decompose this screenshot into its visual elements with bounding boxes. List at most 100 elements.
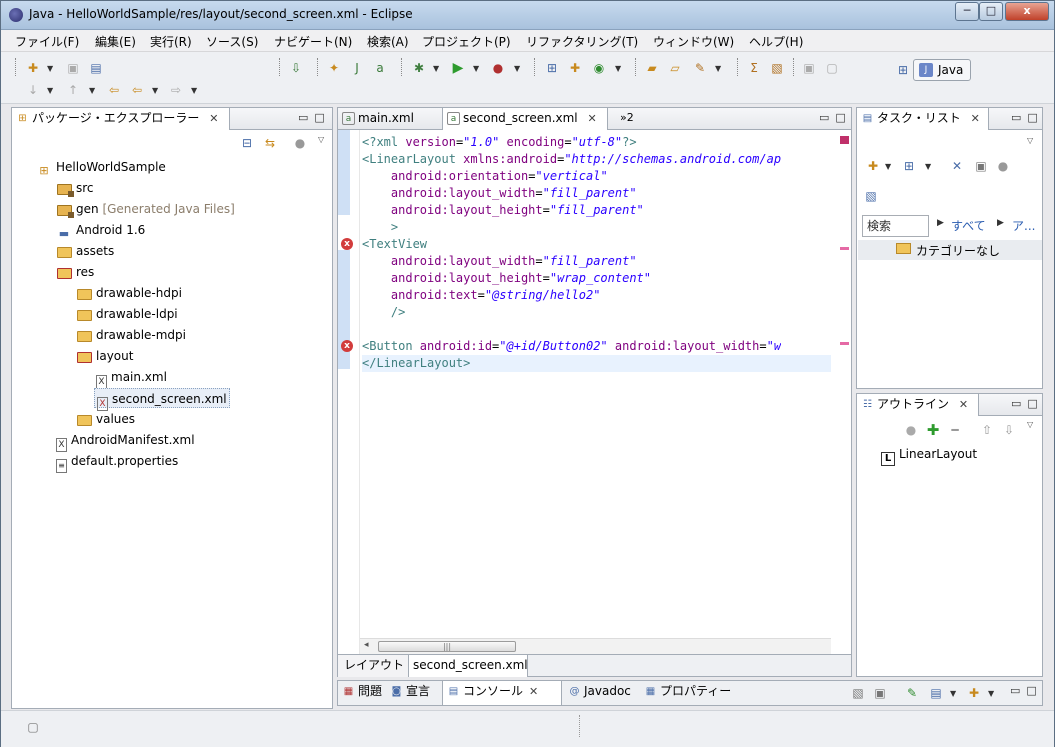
open-type-icon[interactable]: ▰ bbox=[644, 60, 660, 76]
code-area[interactable]: <?xml version="1.0" encoding="utf-8"?> <… bbox=[360, 130, 831, 654]
tree-item-assets[interactable]: assets bbox=[56, 241, 114, 261]
search-icon[interactable]: ✎ bbox=[692, 60, 708, 76]
new-task-icon[interactable]: ✚ bbox=[865, 158, 881, 174]
external-tools-dropdown-icon[interactable]: ▼ bbox=[514, 64, 520, 73]
tree-item-main-xml[interactable]: Xmain.xml bbox=[96, 367, 167, 389]
tab-xml-source[interactable]: second_screen.xml bbox=[408, 655, 528, 677]
new-icon[interactable]: ✚ bbox=[25, 60, 41, 76]
minimize-button[interactable]: ─ bbox=[955, 2, 979, 21]
tree-item-project[interactable]: ⊞ HelloWorldSample bbox=[36, 157, 165, 177]
toggle-mark-icon[interactable]: ▧ bbox=[769, 60, 785, 76]
display-console-icon[interactable]: ▤ bbox=[928, 685, 944, 701]
last-edit-icon[interactable]: ⇦ bbox=[106, 82, 122, 98]
view-menu-dropdown-icon[interactable]: ▽ bbox=[318, 135, 324, 144]
close-view-icon[interactable]: ✕ bbox=[971, 109, 980, 129]
horizontal-scrollbar[interactable]: ◂ ||| bbox=[360, 638, 831, 654]
menu-help[interactable]: ヘルプ(H) bbox=[749, 33, 803, 50]
menu-run[interactable]: 実行(R) bbox=[150, 33, 192, 50]
tab-problems[interactable]: ▦ 問題 bbox=[338, 681, 386, 703]
new-junit-icon[interactable]: J bbox=[349, 60, 365, 76]
save-icon[interactable]: ▣ bbox=[65, 60, 81, 76]
open-console-icon[interactable]: ✚ bbox=[966, 685, 982, 701]
close-view-icon[interactable]: ✕ bbox=[209, 109, 218, 129]
view-menu-dropdown-icon[interactable]: ▽ bbox=[1027, 420, 1033, 429]
close-view-icon[interactable]: ✕ bbox=[959, 395, 968, 415]
sync-icon[interactable]: ● bbox=[903, 422, 919, 438]
task-search-input[interactable]: 検索 bbox=[862, 215, 929, 237]
compare-icon[interactable]: ▣ bbox=[801, 60, 817, 76]
close-button[interactable]: x bbox=[1005, 2, 1049, 21]
new-android-xml-icon[interactable]: a bbox=[372, 60, 388, 76]
back-icon[interactable]: ⇦ bbox=[129, 82, 145, 98]
fast-view-icon[interactable]: ▢ bbox=[25, 719, 41, 735]
error-marker-icon[interactable]: x bbox=[341, 340, 353, 352]
move-down-icon[interactable]: ⇩ bbox=[1001, 422, 1017, 438]
tab-task-list[interactable]: ▤ タスク・リスト ✕ bbox=[857, 108, 989, 130]
menu-navigate[interactable]: ナビゲート(N) bbox=[274, 33, 352, 50]
view-min-max-icons[interactable]: ▭□ bbox=[1011, 397, 1044, 410]
tree-item-res[interactable]: res bbox=[56, 262, 94, 282]
tree-item-manifest[interactable]: X AndroidManifest.xml bbox=[56, 430, 195, 452]
pin-console-icon[interactable]: ✎ bbox=[904, 685, 920, 701]
view-menu-icon[interactable]: ● bbox=[292, 135, 308, 151]
tree-item-drawable-hdpi[interactable]: drawable-hdpi bbox=[76, 283, 182, 303]
remove-icon[interactable]: ━ bbox=[947, 422, 963, 438]
categorize-dropdown-icon[interactable]: ▼ bbox=[925, 162, 931, 171]
scroll-left-icon[interactable]: ◂ bbox=[364, 640, 369, 650]
error-marker-icon[interactable]: x bbox=[341, 238, 353, 250]
tree-item-second-screen-xml[interactable]: Xsecond_screen.xml bbox=[94, 388, 230, 411]
search-dropdown-icon[interactable]: ▼ bbox=[715, 64, 721, 73]
toggle-annotation-icon[interactable]: Σ bbox=[746, 60, 762, 76]
view-min-max-icons[interactable]: ▭□ bbox=[298, 111, 331, 124]
open-console-dropdown-icon[interactable]: ▼ bbox=[988, 689, 994, 698]
filter-all-link[interactable]: すべて bbox=[951, 217, 986, 234]
prev-annotation-icon[interactable]: ↑ bbox=[65, 82, 81, 98]
next-annotation-dropdown-icon[interactable]: ▼ bbox=[47, 86, 53, 95]
categorize-icon[interactable]: ⊞ bbox=[901, 158, 917, 174]
filter-more-link[interactable]: ア... bbox=[1012, 217, 1035, 234]
tab-javadoc[interactable]: @ Javadoc bbox=[564, 681, 640, 703]
clear-console-icon[interactable]: ▧ bbox=[850, 685, 866, 701]
menu-refactor[interactable]: リファクタリング(T) bbox=[526, 33, 638, 50]
tab-outline[interactable]: ☷ アウトライン ✕ bbox=[857, 394, 979, 416]
synchronize-icon[interactable]: ● bbox=[995, 158, 1011, 174]
new-android-project-icon[interactable]: ✦ bbox=[326, 60, 342, 76]
tree-item-values[interactable]: values bbox=[76, 409, 135, 429]
external-tools-icon[interactable]: ● bbox=[490, 60, 506, 76]
activate-task-icon[interactable]: ▧ bbox=[863, 188, 879, 204]
new-dropdown-icon[interactable]: ▼ bbox=[47, 64, 53, 73]
tree-item-default-properties[interactable]: ≡ default.properties bbox=[56, 451, 178, 473]
link-with-editor-icon[interactable]: ⇆ bbox=[262, 135, 278, 151]
xml-source-editor[interactable]: x x <?xml version="1.0" encoding="utf-8"… bbox=[338, 130, 851, 654]
java-perspective-button[interactable]: J Java bbox=[913, 59, 971, 81]
overview-marker[interactable] bbox=[840, 342, 849, 345]
collapse-icon[interactable]: ▣ bbox=[973, 158, 989, 174]
overview-error-marker[interactable] bbox=[840, 136, 849, 144]
menu-source[interactable]: ソース(S) bbox=[206, 33, 258, 50]
maximize-button[interactable]: □ bbox=[979, 2, 1003, 21]
move-up-icon[interactable]: ⇧ bbox=[979, 422, 995, 438]
run-icon[interactable]: ▶ bbox=[450, 60, 466, 76]
tab-package-explorer[interactable]: ⊞ パッケージ・エクスプローラー ✕ bbox=[12, 108, 230, 130]
forward-icon[interactable]: ⇨ bbox=[168, 82, 184, 98]
new-interface-icon[interactable]: ◉ bbox=[591, 60, 607, 76]
tree-item-src[interactable]: src bbox=[56, 178, 94, 198]
open-task-icon[interactable]: ▱ bbox=[667, 60, 683, 76]
print-icon[interactable]: ▤ bbox=[88, 60, 104, 76]
tree-item-gen[interactable]: gen [Generated Java Files] bbox=[56, 199, 235, 219]
close-view-icon[interactable]: ✕ bbox=[529, 682, 538, 702]
tab-main-xml[interactable]: a main.xml bbox=[338, 108, 442, 130]
tree-item-android-lib[interactable]: ▬ Android 1.6 bbox=[56, 220, 146, 240]
tab-second-screen-xml[interactable]: a second_screen.xml ✕ bbox=[442, 108, 608, 130]
new-task-dropdown-icon[interactable]: ▼ bbox=[885, 162, 891, 171]
outline-item-linearlayout[interactable]: L LinearLayout bbox=[881, 444, 977, 466]
menu-file[interactable]: ファイル(F) bbox=[15, 33, 79, 50]
filter-completed-icon[interactable]: ✕ bbox=[949, 158, 965, 174]
tab-console[interactable]: ▤ コンソール ✕ bbox=[442, 681, 562, 705]
add-icon[interactable]: ✚ bbox=[925, 422, 941, 438]
run-dropdown-icon[interactable]: ▼ bbox=[473, 64, 479, 73]
overview-marker[interactable] bbox=[840, 247, 849, 250]
next-annotation-icon[interactable]: ↓ bbox=[25, 82, 41, 98]
view-menu-dropdown-icon[interactable]: ▽ bbox=[1027, 136, 1033, 145]
android-sdk-icon[interactable]: ⇩ bbox=[288, 60, 304, 76]
